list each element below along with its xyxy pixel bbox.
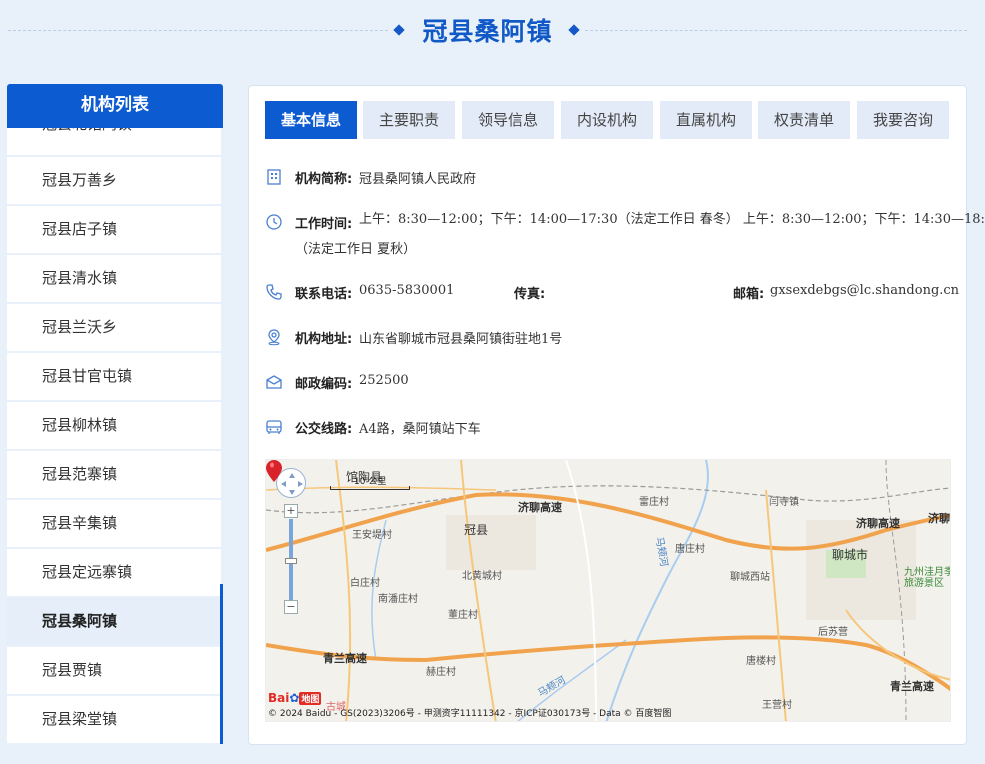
location-icon [265,328,283,346]
bus-label: 公交线路: [295,422,353,437]
sidebar-item-active[interactable]: 冠县桑阿镇 [7,598,221,645]
org-sidebar: 冠县北馆陶镇 冠县万善乡 冠县店子镇 冠县清水镇 冠县兰沃乡 冠县甘官屯镇 冠县… [7,84,223,744]
building-icon [265,168,283,186]
baidu-map-logo[interactable]: Bai✿ 地图 [268,691,322,705]
paw-icon: ✿ [289,691,300,705]
sidebar-scrollbar[interactable] [220,584,223,744]
tab-leaders[interactable]: 领导信息 [462,101,554,139]
map-label: 青兰高速 [323,652,367,665]
mail-icon [265,373,283,391]
phone-label: 联系电话: [295,287,353,302]
tab-consult[interactable]: 我要咨询 [857,101,949,139]
postcode-value: 252500 [359,373,409,388]
map-label: 闫寺镇 [769,497,799,508]
title-divider-right [585,30,967,31]
postcode-label: 邮政编码: [295,377,353,392]
map-copyright: © 2024 Baidu - GS(2023)3206号 - 甲测资字11111… [268,709,672,719]
title-divider-left [8,30,388,31]
fax-label: 传真: [514,287,546,302]
highway-qinglan [266,635,950,692]
map-label: 青兰高速 [890,680,934,693]
sidebar-item[interactable]: 冠县兰沃乡 [7,304,221,351]
sidebar-item[interactable]: 冠县贾镇 [7,647,221,694]
map-label: 董庄村 [448,610,478,621]
location-map[interactable]: 馆陶县 冠县 聊城市 济聊高速 济聊高速 济聊 青兰高速 青兰高速 聊城西站 九… [265,459,951,722]
tab-basic-info[interactable]: 基本信息 [265,101,357,139]
phone-icon [265,283,283,301]
work-time-value: 上午：8:30—12:00；下午：14:00—17:30（法定工作日 春冬） 上… [359,212,985,227]
title-diamond-right [568,24,580,36]
road [460,460,497,721]
sidebar-item[interactable]: 冠县范寨镇 [7,451,221,498]
short-name-value: 冠县桑阿镇人民政府 [359,172,477,187]
email-value: gxsexdebgs@lc.shandong.cn [770,283,960,298]
logo-sub: 地图 [299,692,322,705]
map-label: 南潘庄村 [378,594,418,605]
sidebar-item[interactable]: 冠县辛集镇 [7,500,221,547]
road [765,489,787,721]
logo-text: Bai [268,691,290,705]
page-header: 冠县桑阿镇 [0,0,985,62]
work-time-value-2: （法定工作日 夏秋） [295,242,417,257]
address-value: 山东省聊城市冠县桑阿镇街驻地1号 [359,332,563,347]
bus-value: A4路，桑阿镇站下车 [359,422,481,437]
sidebar-item[interactable]: 冠县清水镇 [7,255,221,302]
map-label: 济聊高速 [518,501,562,514]
map-label: 赫庄村 [426,667,456,678]
map-label: 旅游景区 [904,578,944,589]
map-label: 济聊高速 [856,517,900,530]
email-label: 邮箱: [733,287,765,302]
map-label: 后苏营 [818,627,848,638]
sidebar-item[interactable]: 冠县柳林镇 [7,402,221,449]
sidebar-item[interactable]: 冠县梁堂镇 [7,696,221,743]
map-roads [266,460,950,721]
map-scale: 10 公里 [330,474,410,492]
map-label: 冠县 [464,523,489,537]
tab-duties[interactable]: 主要职责 [363,101,455,139]
sidebar-item[interactable]: 冠县店子镇 [7,206,221,253]
sidebar-item[interactable]: 冠县万善乡 [7,157,221,204]
detail-panel: 基本信息 主要职责 领导信息 内设机构 直属机构 权责清单 我要咨询 机构简称:… [248,85,985,745]
title-diamond-left [393,24,405,36]
map-label: 聊城西站 [730,572,770,583]
map-label: 雷庄村 [639,497,669,508]
zoom-out-button[interactable]: − [284,600,298,614]
info-contact: 联系电话: 0635-5830001 传真: 邮箱: gxsexdebgs@lc… [265,283,959,303]
map-label: 北黄城村 [462,571,502,582]
map-label: 唐楼村 [746,656,776,667]
address-label: 机构地址: [295,332,353,347]
sidebar-item[interactable]: 冠县甘官屯镇 [7,353,221,400]
org-list: 冠县北馆陶镇 冠县万善乡 冠县店子镇 冠县清水镇 冠县兰沃乡 冠县甘官屯镇 冠县… [7,109,221,744]
page-title: 冠县桑阿镇 [422,17,553,46]
scale-bar [330,486,410,490]
map-label: 王营村 [762,700,792,711]
road [335,460,352,721]
clock-icon [265,213,283,231]
zoom-in-button[interactable]: + [284,504,298,518]
location-pin-icon[interactable] [266,460,282,482]
map-label: 济聊 [928,512,950,525]
map-label: 王安堤村 [352,530,392,541]
zoom-thumb[interactable] [285,558,297,564]
tab-subordinate-orgs[interactable]: 直属机构 [660,101,752,139]
sidebar-title: 机构列表 [7,84,223,128]
map-label: 聊城市 [832,548,869,562]
work-time-label: 工作时间: [295,217,353,232]
map-label: 白庄村 [350,578,380,589]
town-area [446,515,536,570]
sidebar-item[interactable]: 冠县定远寨镇 [7,549,221,596]
phone-value: 0635-5830001 [359,283,455,298]
map-label: 唐庄村 [675,544,705,555]
tab-power-list[interactable]: 权责清单 [758,101,850,139]
tab-internal-orgs[interactable]: 内设机构 [561,101,653,139]
short-name-label: 机构简称: [295,172,353,187]
map-zoom-control: + − [284,504,298,614]
bus-icon [265,418,283,436]
